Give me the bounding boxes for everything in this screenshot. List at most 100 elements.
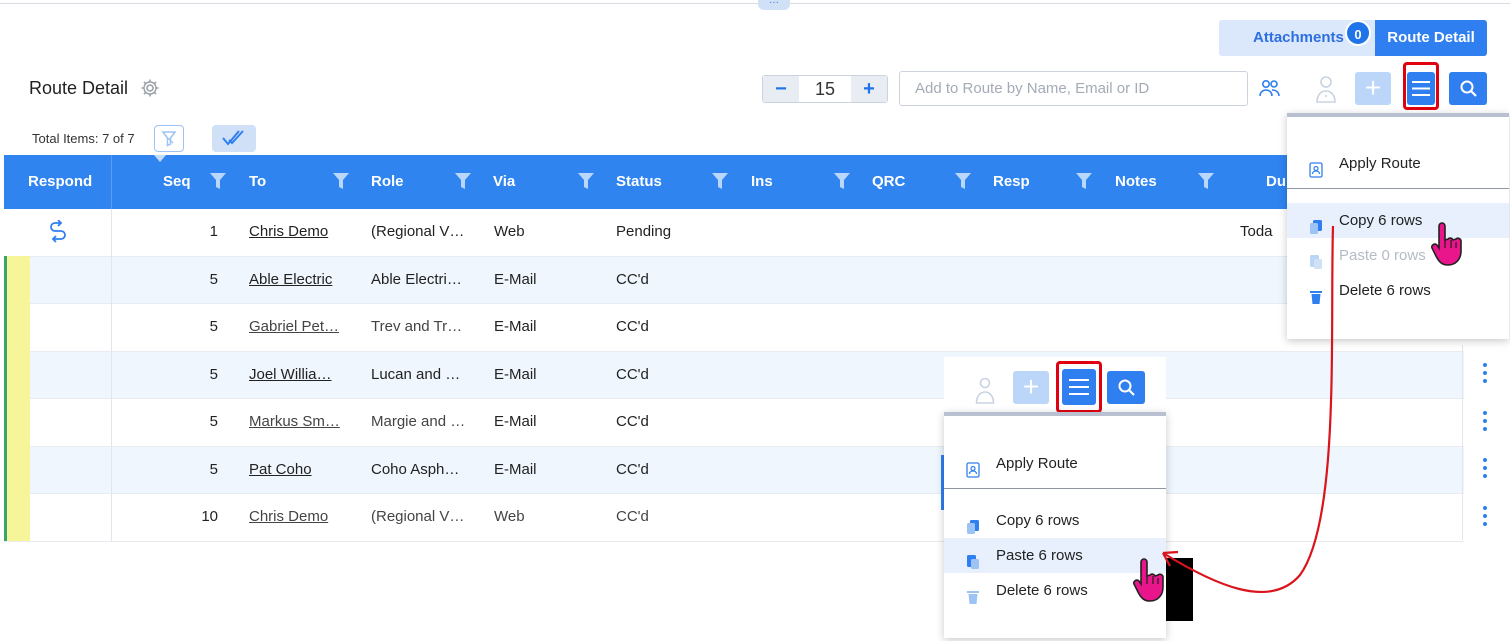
- search-button[interactable]: [1107, 371, 1145, 404]
- increment-button[interactable]: +: [851, 76, 887, 102]
- menu-item-copy[interactable]: Copy 6 rows: [1287, 203, 1509, 238]
- column-header-role[interactable]: Role: [371, 155, 404, 209]
- menu-item-label: Copy 6 rows: [1339, 212, 1423, 229]
- grid-body: 1 Chris Demo (Regional V… Web Pending To…: [4, 209, 1464, 542]
- top-divider: [0, 3, 1510, 4]
- sort-caret-icon: [154, 155, 166, 162]
- table-row[interactable]: 10 Chris Demo (Regional V… Web CC'd: [4, 494, 1464, 542]
- column-header-seq[interactable]: Seq: [163, 155, 191, 209]
- row-more-icon[interactable]: [1482, 411, 1488, 433]
- cell-via: E-Mail: [494, 318, 537, 335]
- column-header-via[interactable]: Via: [493, 155, 515, 209]
- cell-role: Able Electri…: [371, 270, 462, 288]
- cell-via: E-Mail: [494, 365, 537, 383]
- filter-icon[interactable]: [455, 173, 471, 190]
- cell-via: Web: [494, 508, 525, 525]
- filter-icon[interactable]: [955, 173, 971, 190]
- grid-header: Respond Seq To Role Via Status Ins QRC R…: [4, 155, 1464, 209]
- menu-item-apply-route[interactable]: Apply Route: [944, 446, 1166, 481]
- menu-item-label: Delete 6 rows: [1339, 282, 1431, 299]
- hamburger-menu-button[interactable]: [1407, 72, 1435, 105]
- cell-seq: 5: [209, 365, 218, 383]
- cell-status: CC'd: [616, 318, 649, 335]
- column-header-resp[interactable]: Resp: [993, 155, 1030, 209]
- select-all-toggle[interactable]: [212, 125, 256, 152]
- cell-to[interactable]: Chris Demo: [249, 209, 349, 256]
- cell-role: (Regional V…: [371, 508, 465, 525]
- menu-item-paste[interactable]: Paste 0 rows: [1287, 238, 1509, 273]
- cell-via: E-Mail: [494, 460, 537, 478]
- cell-seq: 1: [209, 223, 218, 240]
- route-respond-icon[interactable]: [47, 219, 69, 244]
- occlusion-block: [1166, 558, 1193, 621]
- table-row[interactable]: 5 Pat Coho Coho Asph… E-Mail CC'd: [4, 446, 1464, 494]
- paste-icon: [966, 548, 980, 569]
- filter-icon[interactable]: [578, 173, 594, 190]
- column-divider: [111, 209, 112, 541]
- column-header-due[interactable]: Du: [1266, 155, 1286, 209]
- hand-cursor-icon: [1132, 558, 1166, 604]
- page-title: Route Detail: [29, 78, 129, 98]
- menu-item-copy[interactable]: Copy 6 rows: [944, 503, 1166, 538]
- decrement-button[interactable]: −: [763, 76, 799, 102]
- menu-item-label: Delete 6 rows: [996, 582, 1088, 599]
- menu-item-label: Copy 6 rows: [996, 512, 1080, 529]
- table-row[interactable]: 5 Gabriel Pet… Trev and Tr… E-Mail CC'd: [4, 304, 1464, 352]
- route-detail-tab[interactable]: Route Detail: [1375, 20, 1487, 56]
- cell-via: E-Mail: [494, 270, 537, 288]
- add-button[interactable]: +: [1013, 371, 1049, 404]
- filter-icon[interactable]: [210, 173, 226, 190]
- add-button[interactable]: +: [1355, 72, 1391, 105]
- filter-icon[interactable]: [1076, 173, 1092, 190]
- add-to-route-input[interactable]: [899, 71, 1248, 106]
- person-info-icon[interactable]: [1314, 74, 1338, 104]
- drag-handle[interactable]: ···: [758, 0, 790, 10]
- filter-toggle-button[interactable]: [154, 125, 184, 152]
- cell-to[interactable]: Markus Sm…: [249, 399, 349, 446]
- cell-role: Trev and Tr…: [371, 318, 463, 335]
- table-row[interactable]: 5 Markus Sm… Margie and … E-Mail CC'd: [4, 399, 1464, 447]
- search-button[interactable]: [1449, 72, 1487, 105]
- row-more-icon[interactable]: [1482, 363, 1488, 385]
- table-row[interactable]: 1 Chris Demo (Regional V… Web Pending To…: [4, 209, 1464, 257]
- gear-icon[interactable]: [140, 78, 160, 98]
- hamburger-menu-button[interactable]: [1062, 369, 1096, 405]
- column-header-ins[interactable]: Ins: [751, 155, 773, 209]
- trash-icon: [1309, 283, 1323, 304]
- cell-to[interactable]: Joel Willia…: [249, 352, 349, 399]
- contact-card-icon: [1309, 156, 1323, 178]
- page-size-value[interactable]: 15: [799, 76, 851, 102]
- cell-seq: 5: [209, 270, 218, 288]
- filter-icon[interactable]: [834, 173, 850, 190]
- cell-status: CC'd: [616, 460, 649, 478]
- menu-item-delete[interactable]: Delete 6 rows: [1287, 273, 1509, 308]
- column-header-to[interactable]: To: [249, 155, 266, 209]
- row-selection-edge: [4, 256, 7, 541]
- trash-icon: [966, 583, 980, 604]
- column-header-qrc[interactable]: QRC: [872, 155, 905, 209]
- filter-icon[interactable]: [333, 173, 349, 190]
- row-more-icon[interactable]: [1482, 458, 1488, 480]
- cell-status: CC'd: [616, 270, 649, 288]
- attachments-count-badge: 0: [1345, 20, 1371, 46]
- table-row[interactable]: 5 Able Electric Able Electri… E-Mail CC'…: [4, 256, 1464, 304]
- filter-icon[interactable]: [712, 173, 728, 190]
- cell-seq: 5: [209, 318, 218, 335]
- cell-to[interactable]: Able Electric: [249, 257, 349, 304]
- attachments-label: Attachments: [1253, 29, 1344, 46]
- cell-to[interactable]: Chris Demo: [249, 494, 349, 541]
- cell-to[interactable]: Gabriel Pet…: [249, 304, 349, 351]
- cell-to[interactable]: Pat Coho: [249, 447, 349, 494]
- group-icon[interactable]: [1258, 78, 1282, 100]
- column-header-status[interactable]: Status: [616, 155, 662, 209]
- table-row[interactable]: 5 Joel Willia… Lucan and … E-Mail CC'd: [4, 351, 1464, 399]
- cell-role: Lucan and …: [371, 365, 461, 383]
- row-more-icon[interactable]: [1482, 506, 1488, 528]
- menu-item-apply-route[interactable]: Apply Route: [1287, 146, 1509, 181]
- column-header-respond[interactable]: Respond: [28, 155, 92, 209]
- column-header-notes[interactable]: Notes: [1115, 155, 1157, 209]
- cell-status: CC'd: [616, 413, 649, 430]
- person-info-icon[interactable]: [974, 375, 996, 405]
- cell-seq: 10: [201, 508, 218, 525]
- filter-icon[interactable]: [1198, 173, 1214, 190]
